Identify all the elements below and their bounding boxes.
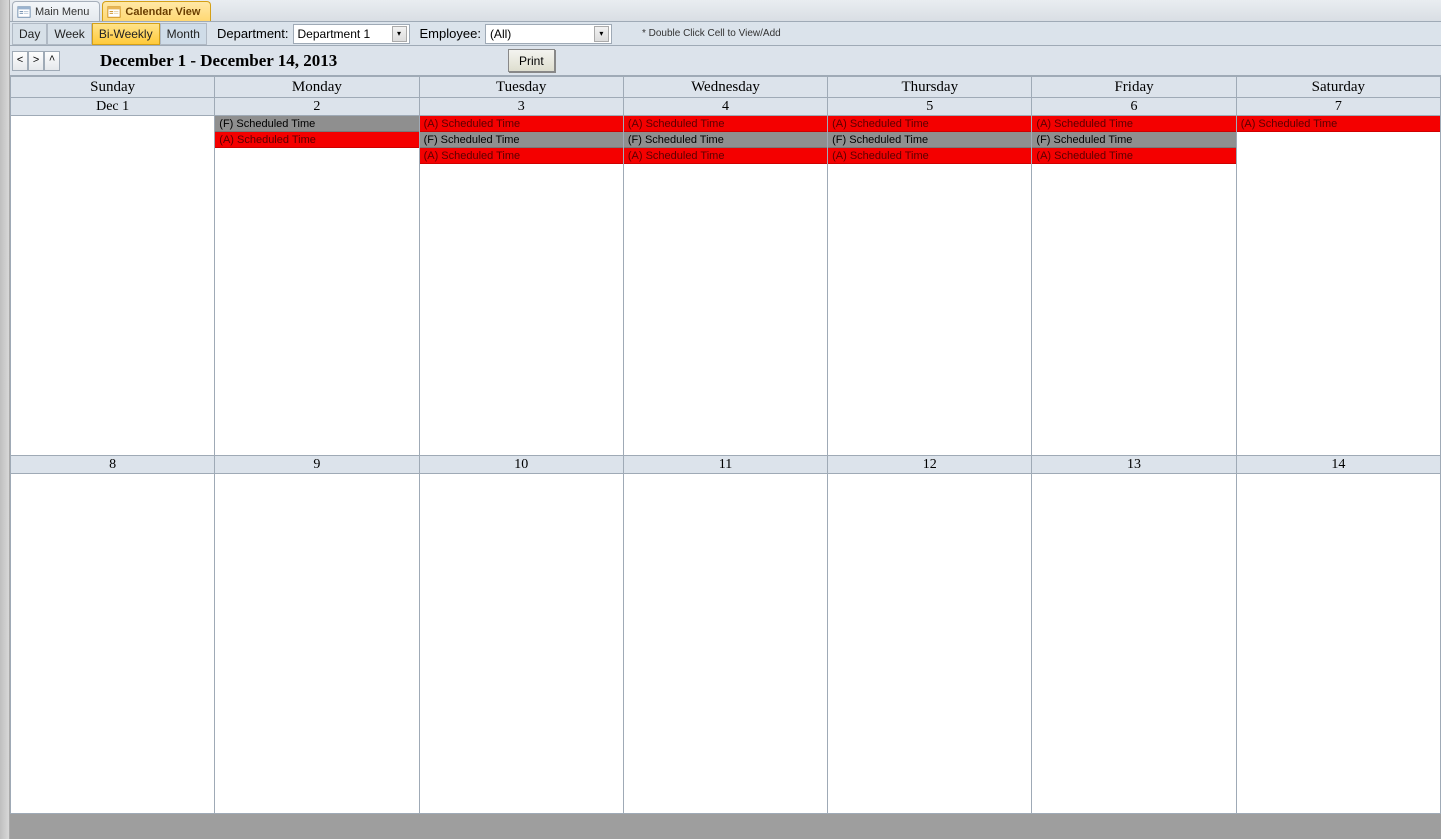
- calendar-event[interactable]: (A) Scheduled Time: [420, 116, 623, 132]
- form-icon: [107, 5, 121, 19]
- employee-label: Employee:: [420, 26, 481, 41]
- day-header-row: Sunday Monday Tuesday Wednesday Thursday…: [10, 76, 1441, 98]
- print-button-wrap: Print: [508, 49, 555, 72]
- date-cell: 13: [1032, 456, 1236, 474]
- calendar-event[interactable]: (F) Scheduled Time: [624, 132, 827, 148]
- day-cell[interactable]: (A) Scheduled Time(F) Scheduled Time(A) …: [828, 116, 1032, 456]
- tab-main-menu[interactable]: Main Menu: [12, 1, 100, 21]
- day-header: Thursday: [828, 76, 1032, 98]
- date-cell: 14: [1237, 456, 1441, 474]
- day-cell[interactable]: [420, 474, 624, 814]
- day-cell[interactable]: (A) Scheduled Time(F) Scheduled Time(A) …: [624, 116, 828, 456]
- left-rail: [0, 0, 10, 839]
- tab-strip: Main Menu Calendar View: [10, 0, 1441, 22]
- calendar-event[interactable]: (A) Scheduled Time: [624, 148, 827, 164]
- prev-button[interactable]: <: [12, 51, 28, 71]
- date-cell: 3: [420, 98, 624, 116]
- tab-label: Main Menu: [35, 6, 89, 18]
- calendar-event[interactable]: (F) Scheduled Time: [828, 132, 1031, 148]
- date-cell: 7: [1237, 98, 1441, 116]
- calendar-event[interactable]: (A) Scheduled Time: [828, 116, 1031, 132]
- content-wrap: Day Week Bi-Weekly Month Department: Dep…: [10, 22, 1441, 839]
- day-header: Sunday: [10, 76, 215, 98]
- form-icon: [17, 5, 31, 19]
- date-row: 8 9 10 11 12 13 14: [10, 456, 1441, 474]
- date-cell: 12: [828, 456, 1032, 474]
- view-day-button[interactable]: Day: [12, 23, 47, 45]
- date-cell: Dec 1: [10, 98, 215, 116]
- tab-calendar-view[interactable]: Calendar View: [102, 1, 211, 21]
- week-body: (F) Scheduled Time(A) Scheduled Time(A) …: [10, 116, 1441, 456]
- day-cell[interactable]: (F) Scheduled Time(A) Scheduled Time: [215, 116, 419, 456]
- day-cell[interactable]: [215, 474, 419, 814]
- nav-toolbar: < > ^ December 1 - December 14, 2013 Pri…: [10, 46, 1441, 76]
- date-cell: 11: [624, 456, 828, 474]
- main-area: Main Menu Calendar View Day Week Bi-Week…: [10, 0, 1441, 839]
- date-range-title: December 1 - December 14, 2013: [100, 51, 337, 71]
- date-cell: 5: [828, 98, 1032, 116]
- calendar-event[interactable]: (A) Scheduled Time: [215, 132, 418, 148]
- view-month-button[interactable]: Month: [160, 23, 207, 45]
- calendar-event[interactable]: (F) Scheduled Time: [1032, 132, 1235, 148]
- calendar-event[interactable]: (A) Scheduled Time: [1237, 116, 1440, 132]
- week-body: [10, 474, 1441, 814]
- view-toolbar: Day Week Bi-Weekly Month Department: Dep…: [10, 22, 1441, 46]
- day-cell[interactable]: [1237, 474, 1441, 814]
- day-cell[interactable]: [828, 474, 1032, 814]
- calendar-event[interactable]: (F) Scheduled Time: [215, 116, 418, 132]
- date-cell: 9: [215, 456, 419, 474]
- date-cell: 6: [1032, 98, 1236, 116]
- day-cell[interactable]: [10, 116, 215, 456]
- department-combo[interactable]: Department 1 ▾: [293, 24, 410, 44]
- hint-text: * Double Click Cell to View/Add: [642, 28, 781, 39]
- next-button[interactable]: >: [28, 51, 44, 71]
- day-cell[interactable]: (A) Scheduled Time: [1237, 116, 1441, 456]
- calendar-event[interactable]: (F) Scheduled Time: [420, 132, 623, 148]
- chevron-down-icon: ▾: [594, 26, 609, 42]
- day-header: Tuesday: [420, 76, 624, 98]
- employee-combo[interactable]: (All) ▾: [485, 24, 612, 44]
- date-cell: 4: [624, 98, 828, 116]
- employee-value: (All): [490, 27, 590, 41]
- date-cell: 8: [10, 456, 215, 474]
- day-cell[interactable]: (A) Scheduled Time(F) Scheduled Time(A) …: [420, 116, 624, 456]
- day-cell[interactable]: [10, 474, 215, 814]
- view-week-button[interactable]: Week: [47, 23, 91, 45]
- department-value: Department 1: [298, 27, 388, 41]
- chevron-down-icon: ▾: [392, 26, 407, 42]
- department-label: Department:: [217, 26, 289, 41]
- tab-label: Calendar View: [125, 6, 200, 18]
- calendar-event[interactable]: (A) Scheduled Time: [420, 148, 623, 164]
- calendar-event[interactable]: (A) Scheduled Time: [1032, 148, 1235, 164]
- calendar-event[interactable]: (A) Scheduled Time: [1032, 116, 1235, 132]
- up-button[interactable]: ^: [44, 51, 60, 71]
- view-biweekly-button[interactable]: Bi-Weekly: [92, 23, 160, 45]
- date-cell: 10: [420, 456, 624, 474]
- calendar-event[interactable]: (A) Scheduled Time: [828, 148, 1031, 164]
- day-header: Monday: [215, 76, 419, 98]
- print-button[interactable]: Print: [508, 49, 555, 72]
- day-header: Saturday: [1237, 76, 1441, 98]
- day-header: Friday: [1032, 76, 1236, 98]
- day-cell[interactable]: (A) Scheduled Time(F) Scheduled Time(A) …: [1032, 116, 1236, 456]
- calendar-grid: Sunday Monday Tuesday Wednesday Thursday…: [10, 76, 1441, 814]
- day-cell[interactable]: [1032, 474, 1236, 814]
- day-cell[interactable]: [624, 474, 828, 814]
- calendar-event[interactable]: (A) Scheduled Time: [624, 116, 827, 132]
- date-row: Dec 1 2 3 4 5 6 7: [10, 98, 1441, 116]
- day-header: Wednesday: [624, 76, 828, 98]
- date-cell: 2: [215, 98, 419, 116]
